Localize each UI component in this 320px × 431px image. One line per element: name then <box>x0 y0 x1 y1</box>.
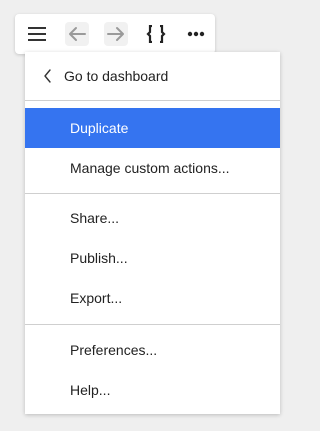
menu-item-label: Manage custom actions... <box>70 160 230 176</box>
menu-item-label: Help... <box>70 382 111 398</box>
chevron-left-icon <box>40 68 56 84</box>
menu-item-label: Preferences... <box>70 342 158 358</box>
forward-button[interactable] <box>96 14 136 54</box>
toolbar <box>15 14 215 54</box>
menu-item-share[interactable]: Share... <box>25 198 280 238</box>
menu-item-duplicate[interactable]: Duplicate <box>25 108 280 148</box>
divider <box>25 193 280 194</box>
code-view-button[interactable] <box>136 14 176 54</box>
back-button[interactable] <box>57 14 97 54</box>
menu-item-help[interactable]: Help... <box>25 370 280 410</box>
go-to-dashboard-label: Go to dashboard <box>64 68 169 84</box>
menu-item-export[interactable]: Export... <box>25 278 280 318</box>
arrow-left-icon <box>68 26 86 42</box>
menu-item-publish[interactable]: Publish... <box>25 238 280 278</box>
more-button[interactable] <box>176 14 216 54</box>
menu-button[interactable] <box>17 14 57 54</box>
dropdown-menu: Go to dashboard Duplicate Manage custom … <box>25 52 280 414</box>
more-horizontal-icon <box>187 31 205 37</box>
divider <box>25 100 280 101</box>
menu-item-label: Duplicate <box>70 120 129 136</box>
go-to-dashboard-item[interactable]: Go to dashboard <box>25 52 280 100</box>
curly-braces-icon <box>146 25 166 43</box>
divider <box>25 324 280 325</box>
menu-item-label: Share... <box>70 210 120 226</box>
menu-item-preferences[interactable]: Preferences... <box>25 330 280 370</box>
hamburger-menu-icon <box>28 27 46 41</box>
menu-item-label: Publish... <box>70 250 128 266</box>
menu-item-manage-custom-actions[interactable]: Manage custom actions... <box>25 148 280 188</box>
menu-item-label: Export... <box>70 290 123 306</box>
arrow-right-icon <box>107 26 125 42</box>
